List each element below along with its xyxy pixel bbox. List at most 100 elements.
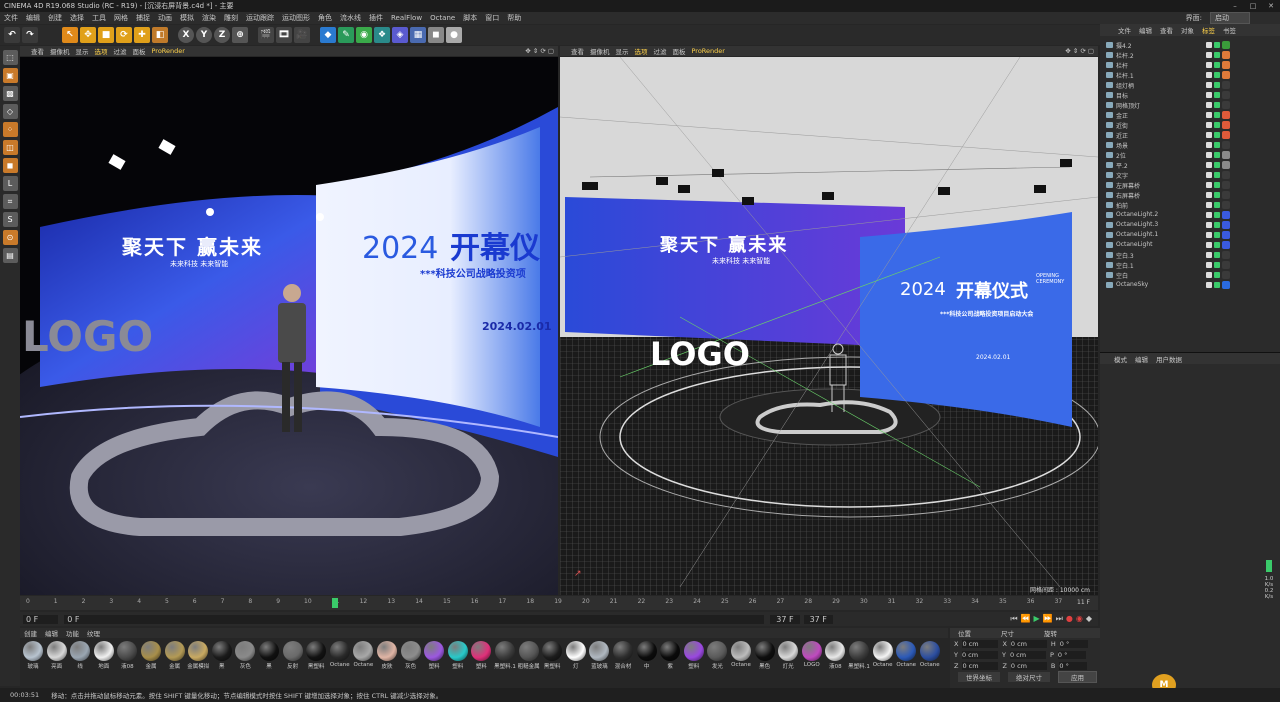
visibility-toggle[interactable] [1206,72,1212,78]
visibility-toggle[interactable] [1206,192,1212,198]
coord-system-icon[interactable]: ⊕ [232,27,248,43]
object-row[interactable]: 目标 [1100,90,1278,100]
mat-menu-function[interactable]: 功能 [62,628,83,638]
menu-window[interactable]: 窗口 [481,13,503,23]
menu-mograph[interactable]: 运动图形 [278,13,314,23]
viewport-left[interactable]: 聚天下 赢未来 未来科技 未来智能 LOGO 2024 开幕仪 ***科技公司战… [20,57,558,595]
visibility-toggle[interactable] [1206,172,1212,178]
object-tag-icon[interactable] [1222,41,1230,49]
render-view-icon[interactable]: 🎬 [258,27,274,43]
visibility-toggle[interactable] [1206,102,1212,108]
polygons-mode-icon[interactable]: ◼ [2,158,18,173]
enable-toggle[interactable] [1214,262,1220,268]
obj-tab-edit[interactable]: 编辑 [1135,25,1156,35]
tweak-icon[interactable]: ⌗ [2,194,18,209]
material-swatch[interactable]: 线 [69,641,91,670]
axis-z-button[interactable]: Z [214,27,230,43]
enable-toggle[interactable] [1214,92,1220,98]
vp2-menu-display[interactable]: 显示 [613,46,632,56]
object-row[interactable]: 栏杆 [1100,60,1278,70]
enable-toggle[interactable] [1214,182,1220,188]
enable-toggle[interactable] [1214,72,1220,78]
material-swatch[interactable]: 发光 [706,641,728,670]
menu-animate[interactable]: 动画 [154,13,176,23]
object-row[interactable]: 2位 [1100,150,1278,160]
object-row[interactable]: 金正 [1100,110,1278,120]
enable-toggle[interactable] [1214,252,1220,258]
light-icon[interactable]: ● [446,27,462,43]
material-swatch[interactable]: 黑塑料 [305,641,327,670]
material-swatch[interactable]: LOGO [801,641,823,668]
object-row[interactable]: 摄4.2 [1100,40,1278,50]
menu-pipeline[interactable]: 流水线 [336,13,365,23]
material-swatch[interactable]: 黑 [211,641,233,670]
last-frame-icon[interactable]: ⏭ [1056,614,1063,624]
vp-menu-camera[interactable]: 摄像机 [47,46,73,56]
render-picture-icon[interactable]: 🎞 [276,27,292,43]
visibility-toggle[interactable] [1206,152,1212,158]
last-tool-icon[interactable]: ◧ [152,27,168,43]
object-tag-icon[interactable] [1222,241,1230,249]
coord-field[interactable]: 0 cm [961,650,998,659]
material-swatch[interactable]: 反射 [282,641,304,670]
object-row[interactable]: 左屏幕桥 [1100,180,1278,190]
object-tag-icon[interactable] [1222,251,1230,259]
obj-tab-bookmarks[interactable]: 书签 [1219,25,1240,35]
visibility-toggle[interactable] [1206,252,1212,258]
coord-field[interactable]: 0 cm [1010,639,1047,648]
record-icon[interactable]: ● [1066,614,1073,624]
object-tag-icon[interactable] [1222,61,1230,69]
object-row[interactable]: OctaneLight [1100,240,1278,250]
enable-toggle[interactable] [1214,272,1220,278]
object-tag-icon[interactable] [1222,211,1230,219]
object-tag-icon[interactable] [1222,141,1230,149]
object-tag-icon[interactable] [1222,121,1230,129]
object-row[interactable]: OctaneLight.2 [1100,210,1278,220]
material-swatch[interactable]: 金属 [140,641,162,670]
visibility-toggle[interactable] [1206,52,1212,58]
visibility-toggle[interactable] [1206,242,1212,248]
floor-icon[interactable]: ▦ [410,27,426,43]
layout-select[interactable]: 启动 [1210,12,1250,24]
enable-toggle[interactable] [1214,162,1220,168]
enable-toggle[interactable] [1214,102,1220,108]
redo-icon[interactable]: ↷ [22,27,38,43]
material-swatch[interactable]: 皮肤 [376,641,398,670]
material-swatch[interactable]: 黑色 [754,641,776,670]
vp-menu-view[interactable]: 查看 [28,46,47,56]
add-icon[interactable]: ✚ [134,27,150,43]
object-row[interactable]: 网格顶灯 [1100,100,1278,110]
attr-tab-mode[interactable]: 模式 [1114,354,1127,364]
coord-field[interactable]: 0 cm [1009,650,1046,659]
object-tag-icon[interactable] [1222,281,1230,289]
enable-toggle[interactable] [1214,122,1220,128]
enable-toggle[interactable] [1214,202,1220,208]
attr-tab-userdata[interactable]: 用户数据 [1156,354,1182,364]
object-tag-icon[interactable] [1222,101,1230,109]
obj-tab-tags[interactable]: 标签 [1198,25,1219,35]
material-swatch[interactable]: 塑料 [683,641,705,670]
object-row[interactable]: 近正 [1100,130,1278,140]
object-row[interactable]: 文字 [1100,170,1278,180]
object-row[interactable]: 栏杆.2 [1100,50,1278,60]
material-swatch[interactable]: 黑塑料.1 [848,641,870,670]
object-tag-icon[interactable] [1222,171,1230,179]
enable-toggle[interactable] [1214,112,1220,118]
material-swatch[interactable]: 黑塑料.1 [494,641,516,670]
material-swatch[interactable]: 金属 [164,641,186,670]
object-tag-icon[interactable] [1222,181,1230,189]
material-swatch[interactable]: 蓝玻璃 [588,641,610,670]
vp-menu-filter[interactable]: 过滤 [111,46,130,56]
lock-icon[interactable]: ⊙ [2,230,18,245]
object-tag-icon[interactable] [1222,271,1230,279]
material-swatch[interactable]: 黑塑料 [541,641,563,670]
object-tag-icon[interactable] [1222,51,1230,59]
cube-icon[interactable]: ◆ [320,27,336,43]
menu-tools[interactable]: 工具 [88,13,110,23]
make-editable-icon[interactable]: ⬚ [2,50,18,65]
object-tag-icon[interactable] [1222,261,1230,269]
object-tag-icon[interactable] [1222,81,1230,89]
vp-menu-display[interactable]: 显示 [73,46,92,56]
vp2-menu-view[interactable]: 查看 [568,46,587,56]
viewport-right[interactable]: 聚天下 赢未来 未来科技 未来智能 LOGO 2024 开幕仪式 OPENING… [560,57,1098,595]
